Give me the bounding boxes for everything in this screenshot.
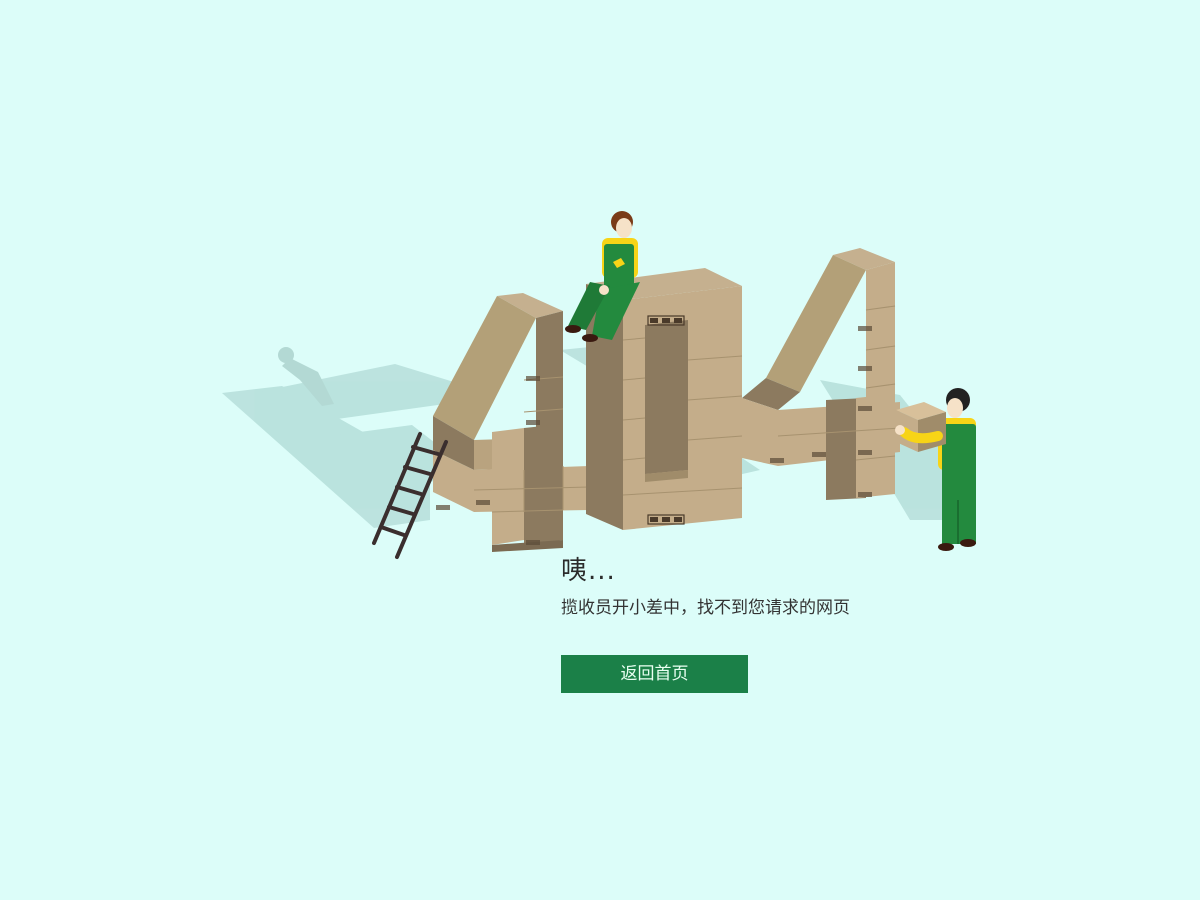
error-subtitle: 揽收员开小差中，找不到您请求的网页 <box>561 598 850 618</box>
error-page: 咦... 揽收员开小差中，找不到您请求的网页 返回首页 <box>0 0 1200 900</box>
digit-four-right <box>742 248 901 500</box>
404-illustration <box>222 211 976 559</box>
digit-four-left <box>433 293 590 552</box>
error-title: 咦... <box>561 556 616 586</box>
error-message: 咦... 揽收员开小差中，找不到您请求的网页 <box>561 553 981 620</box>
return-home-button[interactable]: 返回首页 <box>561 655 748 693</box>
